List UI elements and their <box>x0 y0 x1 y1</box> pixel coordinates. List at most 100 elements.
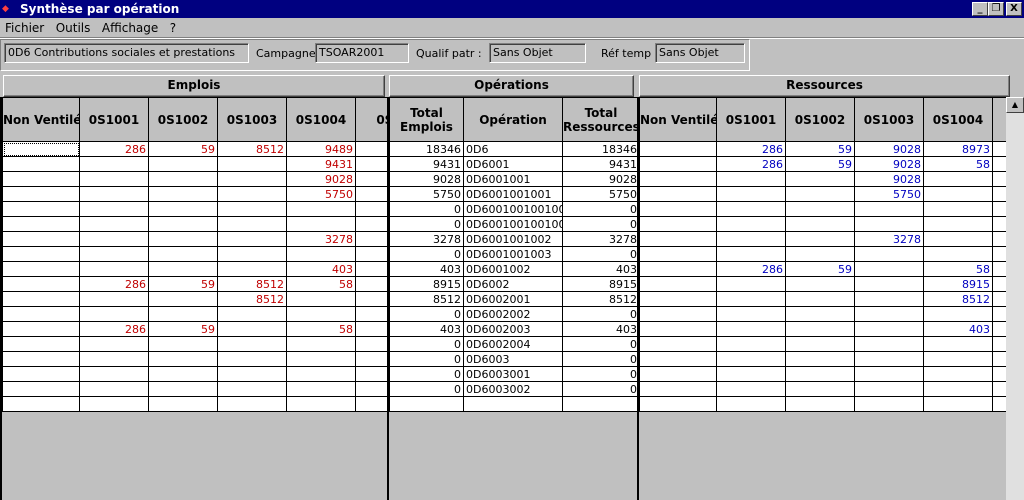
operations-cell[interactable]: 9028 <box>389 171 464 187</box>
operations-row[interactable]: 0 0D6001001003 0 <box>389 246 637 262</box>
emplois-cell[interactable] <box>217 396 287 412</box>
ressources-cell[interactable] <box>923 231 993 247</box>
app-icon[interactable]: ◆ <box>2 3 16 15</box>
emplois-cell[interactable] <box>148 186 218 202</box>
ressources-cell[interactable] <box>992 246 1006 262</box>
emplois-cell[interactable] <box>79 366 149 382</box>
ressources-cell[interactable] <box>992 396 1006 412</box>
operations-cell[interactable]: 0 <box>562 246 637 262</box>
emplois-cell[interactable] <box>148 351 218 367</box>
operations-cell[interactable]: 8915 <box>389 276 464 292</box>
ressources-column-header[interactable]: Non Ventilé <box>639 97 717 142</box>
ressources-cell[interactable] <box>639 261 717 277</box>
emplois-cell[interactable] <box>79 291 149 307</box>
ressources-cell[interactable] <box>992 351 1006 367</box>
ressources-cell[interactable] <box>992 276 1006 292</box>
ressources-cell[interactable]: 9028 <box>854 156 924 172</box>
emplois-cell[interactable] <box>355 201 387 217</box>
ressources-cell[interactable] <box>716 246 786 262</box>
emplois-cell[interactable] <box>148 336 218 352</box>
emplois-cell[interactable] <box>2 201 80 217</box>
ressources-cell[interactable] <box>854 396 924 412</box>
ressources-cell[interactable] <box>785 171 855 187</box>
emplois-cell[interactable] <box>79 351 149 367</box>
operations-panel-header[interactable]: Opérations <box>389 75 634 97</box>
ressources-cell[interactable] <box>923 381 993 397</box>
ressources-cell[interactable] <box>992 291 1006 307</box>
emplois-cell[interactable] <box>286 246 356 262</box>
ressources-cell[interactable] <box>992 171 1006 187</box>
emplois-cell[interactable] <box>2 216 80 232</box>
ressources-cell[interactable] <box>785 396 855 412</box>
operations-cell[interactable]: 0D6 <box>463 141 563 157</box>
qualif-field[interactable]: Sans Objet <box>489 43 586 63</box>
ressources-cell[interactable] <box>992 261 1006 277</box>
emplois-cell[interactable] <box>355 261 387 277</box>
ressources-cell[interactable] <box>639 171 717 187</box>
menu-affichage[interactable]: Affichage <box>97 19 161 37</box>
ressources-cell[interactable] <box>923 246 993 262</box>
ressources-cell[interactable] <box>716 366 786 382</box>
ressources-cell[interactable]: 286 <box>716 141 786 157</box>
emplois-cell[interactable]: 59 <box>148 321 218 337</box>
emplois-cell[interactable] <box>355 156 387 172</box>
operation-field[interactable]: 0D6 Contributions sociales et prestation… <box>4 43 249 63</box>
ressources-row[interactable]: 5750 <box>639 186 1006 202</box>
ressources-row[interactable] <box>639 381 1006 397</box>
emplois-cell[interactable] <box>79 396 149 412</box>
operations-cell[interactable]: 403 <box>389 321 464 337</box>
operations-cell[interactable]: 8512 <box>389 291 464 307</box>
ressources-cell[interactable] <box>785 381 855 397</box>
ressources-cell[interactable]: 59 <box>785 156 855 172</box>
emplois-cell[interactable] <box>286 351 356 367</box>
ressources-cell[interactable] <box>785 276 855 292</box>
emplois-cell[interactable] <box>217 186 287 202</box>
ressources-cell[interactable] <box>992 306 1006 322</box>
emplois-cell[interactable] <box>355 366 387 382</box>
emplois-cell[interactable]: 286 <box>79 141 149 157</box>
ressources-cell[interactable] <box>716 231 786 247</box>
emplois-column-header[interactable]: 0S1004 <box>286 97 356 142</box>
emplois-row[interactable]: 286 59 58 <box>2 321 387 337</box>
reftemp-field[interactable]: Sans Objet <box>655 43 745 63</box>
emplois-cell[interactable] <box>79 201 149 217</box>
ressources-cell[interactable] <box>923 216 993 232</box>
emplois-cell[interactable] <box>79 306 149 322</box>
ressources-cell[interactable] <box>992 156 1006 172</box>
ressources-cell[interactable] <box>992 216 1006 232</box>
operations-row[interactable]: 403 0D6002003 403 <box>389 321 637 337</box>
emplois-cell[interactable] <box>286 336 356 352</box>
emplois-cell[interactable] <box>355 306 387 322</box>
operations-cell[interactable]: 8915 <box>562 276 637 292</box>
emplois-row[interactable] <box>2 381 387 397</box>
operations-cell[interactable]: 5750 <box>562 186 637 202</box>
menu-outils[interactable]: Outils <box>51 19 94 37</box>
emplois-cell[interactable] <box>148 396 218 412</box>
campagne-field[interactable]: TSOAR2001 <box>315 43 409 63</box>
emplois-cell[interactable] <box>2 171 80 187</box>
ressources-cell[interactable] <box>785 336 855 352</box>
emplois-cell[interactable] <box>217 156 287 172</box>
operations-cell[interactable]: 0 <box>389 366 464 382</box>
operations-cell[interactable]: 18346 <box>562 141 637 157</box>
operations-cell[interactable]: 5750 <box>389 186 464 202</box>
ressources-cell[interactable] <box>716 201 786 217</box>
ressources-row[interactable]: 3278 <box>639 231 1006 247</box>
ressources-cell[interactable] <box>992 321 1006 337</box>
emplois-cell[interactable] <box>79 186 149 202</box>
ressources-cell[interactable]: 58 <box>923 261 993 277</box>
emplois-column-header[interactable]: Non Ventilé <box>2 97 80 142</box>
operations-cell[interactable]: 0 <box>389 306 464 322</box>
ressources-cell[interactable] <box>785 291 855 307</box>
operations-cell[interactable]: 0D6001001 <box>463 171 563 187</box>
emplois-cell[interactable] <box>355 381 387 397</box>
operations-row[interactable]: 0 0D6003001 0 <box>389 366 637 382</box>
ressources-cell[interactable] <box>639 201 717 217</box>
ressources-cell[interactable] <box>639 396 717 412</box>
emplois-cell[interactable] <box>79 381 149 397</box>
operations-cell[interactable]: 0D6002 <box>463 276 563 292</box>
ressources-cell[interactable] <box>854 306 924 322</box>
operations-cell[interactable]: 0 <box>389 201 464 217</box>
emplois-cell[interactable] <box>79 261 149 277</box>
ressources-cell[interactable] <box>639 321 717 337</box>
